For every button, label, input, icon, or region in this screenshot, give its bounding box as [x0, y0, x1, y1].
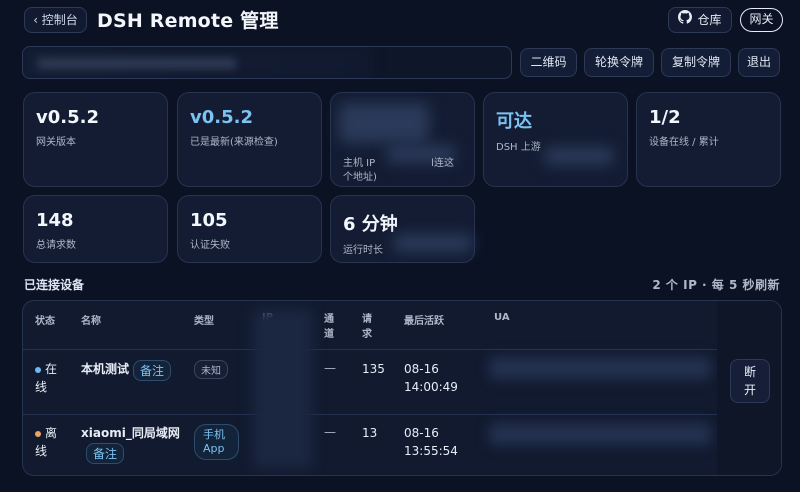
- page-title: DSH Remote 管理: [97, 10, 279, 32]
- stat-card-latest-version: v0.5.2 已是最新(来源检查): [177, 92, 322, 187]
- logout-button[interactable]: 退出: [738, 48, 780, 77]
- device-channel: —: [324, 361, 336, 375]
- device-channel: —: [324, 425, 336, 439]
- repo-label: 仓库: [697, 13, 722, 27]
- stat-card-devices: 1/2 设备在线 / 累计: [636, 92, 781, 187]
- stat-card-gateway-version: v0.5.2 网关版本: [23, 92, 168, 187]
- col-requests: 请 求: [362, 312, 372, 342]
- row-divider: [23, 349, 781, 350]
- stat-card-host-ip: 主机 IP l连这 个地址): [330, 92, 475, 187]
- disconnect-button[interactable]: 断 开: [730, 359, 770, 403]
- col-channel-part: 道: [324, 329, 334, 340]
- stat-label-part: 主机 IP: [343, 158, 376, 169]
- col-name: 名称: [81, 316, 101, 327]
- status-text: 线: [35, 444, 48, 458]
- table-row-status: 在 线: [35, 360, 57, 396]
- repo-button[interactable]: 仓库: [668, 7, 732, 33]
- stat-label: 主机 IP l连这 个地址): [343, 157, 454, 185]
- col-last-active: 最后活跃: [404, 316, 444, 327]
- stat-label: 设备在线 / 累计: [649, 137, 719, 148]
- stat-card-uptime: 6 分钟 运行时长: [330, 195, 475, 263]
- device-name: 本机测试: [81, 362, 130, 376]
- last-active-time: 14:00:49: [404, 380, 458, 394]
- token-blur-text: [37, 58, 237, 69]
- col-requests-part: 请: [362, 314, 372, 325]
- stat-card-upstream: 可达 DSH 上游: [483, 92, 628, 187]
- device-type-part: 手机: [203, 428, 225, 441]
- stat-card-auth-failures: 105 认证失败: [177, 195, 322, 263]
- disconnect-label: 断: [743, 365, 756, 379]
- stat-label: 已是最新(来源检查): [190, 137, 278, 148]
- offline-dot-icon: [35, 430, 41, 437]
- device-requests: 135: [362, 362, 385, 376]
- stat-label: 网关版本: [36, 137, 76, 148]
- col-channel-part: 通: [324, 314, 334, 325]
- last-active-date: 08-16: [404, 426, 439, 440]
- stat-label-part: l连这: [431, 158, 454, 169]
- stat-card-total-requests: 148 总请求数: [23, 195, 168, 263]
- stat-label: 认证失败: [190, 240, 230, 251]
- ua-redaction: [489, 357, 711, 379]
- copy-token-button[interactable]: 复制令牌: [661, 48, 731, 77]
- stat-value: v0.5.2: [190, 107, 253, 128]
- col-type: 类型: [194, 316, 214, 327]
- note-button[interactable]: 备注: [86, 443, 125, 464]
- stat-value: 6 分钟: [343, 214, 398, 235]
- devices-table: 状态 名称 类型 IP 通 道 请 求 最后活跃 UA 在 线 本机测试 备注 …: [22, 300, 782, 476]
- stat-value: 148: [36, 210, 74, 231]
- stat-value: v0.5.2: [36, 107, 99, 128]
- col-channel: 通 道: [324, 312, 334, 342]
- ip-redaction: [253, 309, 313, 469]
- device-type-badge: 未知: [194, 360, 228, 379]
- devices-refresh-meta: 2 个 IP · 每 5 秒刷新: [652, 278, 780, 292]
- token-field[interactable]: [22, 46, 512, 79]
- gateway-badge[interactable]: 网关: [740, 8, 783, 32]
- status-text: 离: [45, 426, 58, 440]
- redaction-blur: [393, 234, 473, 252]
- device-last-active: 08-16 14:00:49: [404, 360, 458, 396]
- last-active-date: 08-16: [404, 362, 439, 376]
- row-divider: [23, 414, 781, 415]
- back-to-console-button[interactable]: ‹ 控制台: [24, 7, 87, 33]
- devices-section-title: 已连接设备: [24, 278, 85, 292]
- note-button[interactable]: 备注: [133, 360, 172, 381]
- col-status: 状态: [35, 316, 55, 327]
- status-text: 线: [35, 380, 48, 394]
- status-text: 在: [45, 362, 58, 376]
- device-type-part: App: [203, 442, 225, 455]
- device-requests: 13: [362, 426, 378, 440]
- device-last-active: 08-16 13:55:54: [404, 424, 458, 460]
- ua-redaction: [489, 423, 711, 445]
- last-active-time: 13:55:54: [404, 444, 458, 458]
- stat-label-part: 个地址): [343, 172, 377, 183]
- online-dot-icon: [35, 366, 41, 373]
- table-row-status: 离 线: [35, 424, 57, 460]
- col-ua: UA: [494, 312, 510, 323]
- device-type-badge: 手机 App: [194, 424, 239, 460]
- stat-label: 总请求数: [36, 240, 76, 251]
- device-name: xiaomi_同局域网: [81, 426, 180, 440]
- redaction-blur: [544, 147, 614, 165]
- rotate-token-button[interactable]: 轮换令牌: [584, 48, 654, 77]
- stat-value: 105: [190, 210, 228, 231]
- qr-code-button[interactable]: 二维码: [520, 48, 577, 77]
- stat-value: 1/2: [649, 107, 681, 128]
- disconnect-label: 开: [743, 383, 756, 397]
- redaction-blur: [339, 103, 429, 143]
- col-requests-part: 求: [362, 329, 372, 340]
- stat-value: 可达: [496, 111, 532, 132]
- github-icon: [678, 8, 693, 32]
